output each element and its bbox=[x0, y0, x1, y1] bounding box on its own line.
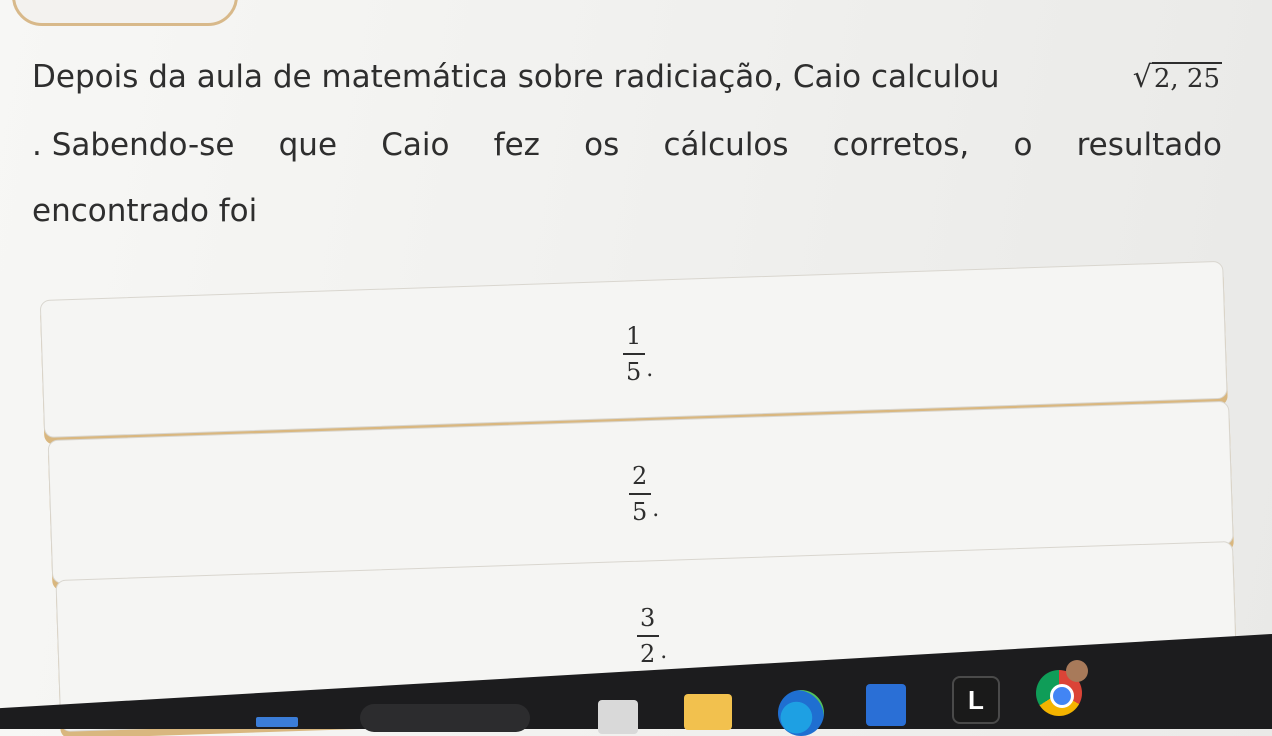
option-3-denominator: 2 bbox=[640, 640, 656, 668]
profile-avatar-icon[interactable] bbox=[1066, 660, 1088, 682]
option-1-numerator: 1 bbox=[626, 322, 642, 350]
option-2-numerator: 2 bbox=[632, 462, 648, 490]
option-3-fraction: 3 2 . bbox=[636, 604, 667, 668]
fraction-bar bbox=[628, 493, 651, 495]
windows-start-icon[interactable] bbox=[256, 717, 298, 727]
option-1-denominator: 5 bbox=[626, 358, 642, 386]
option-1-period: . bbox=[646, 357, 654, 382]
file-explorer-icon[interactable] bbox=[684, 694, 732, 730]
edge-icon[interactable] bbox=[778, 690, 824, 736]
option-3-numerator: 3 bbox=[640, 604, 656, 632]
option-3-period: . bbox=[660, 639, 668, 664]
answer-options: 1 5 . 2 5 . 3 2 . bbox=[0, 0, 1272, 732]
option-1-fraction: 1 5 . bbox=[622, 322, 653, 386]
search-box[interactable] bbox=[360, 704, 530, 732]
fraction-bar bbox=[636, 635, 659, 637]
store-icon[interactable] bbox=[866, 684, 906, 726]
option-2-period: . bbox=[652, 497, 660, 522]
option-2-denominator: 5 bbox=[632, 498, 648, 526]
fraction-bar bbox=[622, 353, 645, 355]
l-app-icon[interactable]: L bbox=[952, 676, 1000, 724]
option-2-fraction: 2 5 . bbox=[628, 462, 659, 526]
